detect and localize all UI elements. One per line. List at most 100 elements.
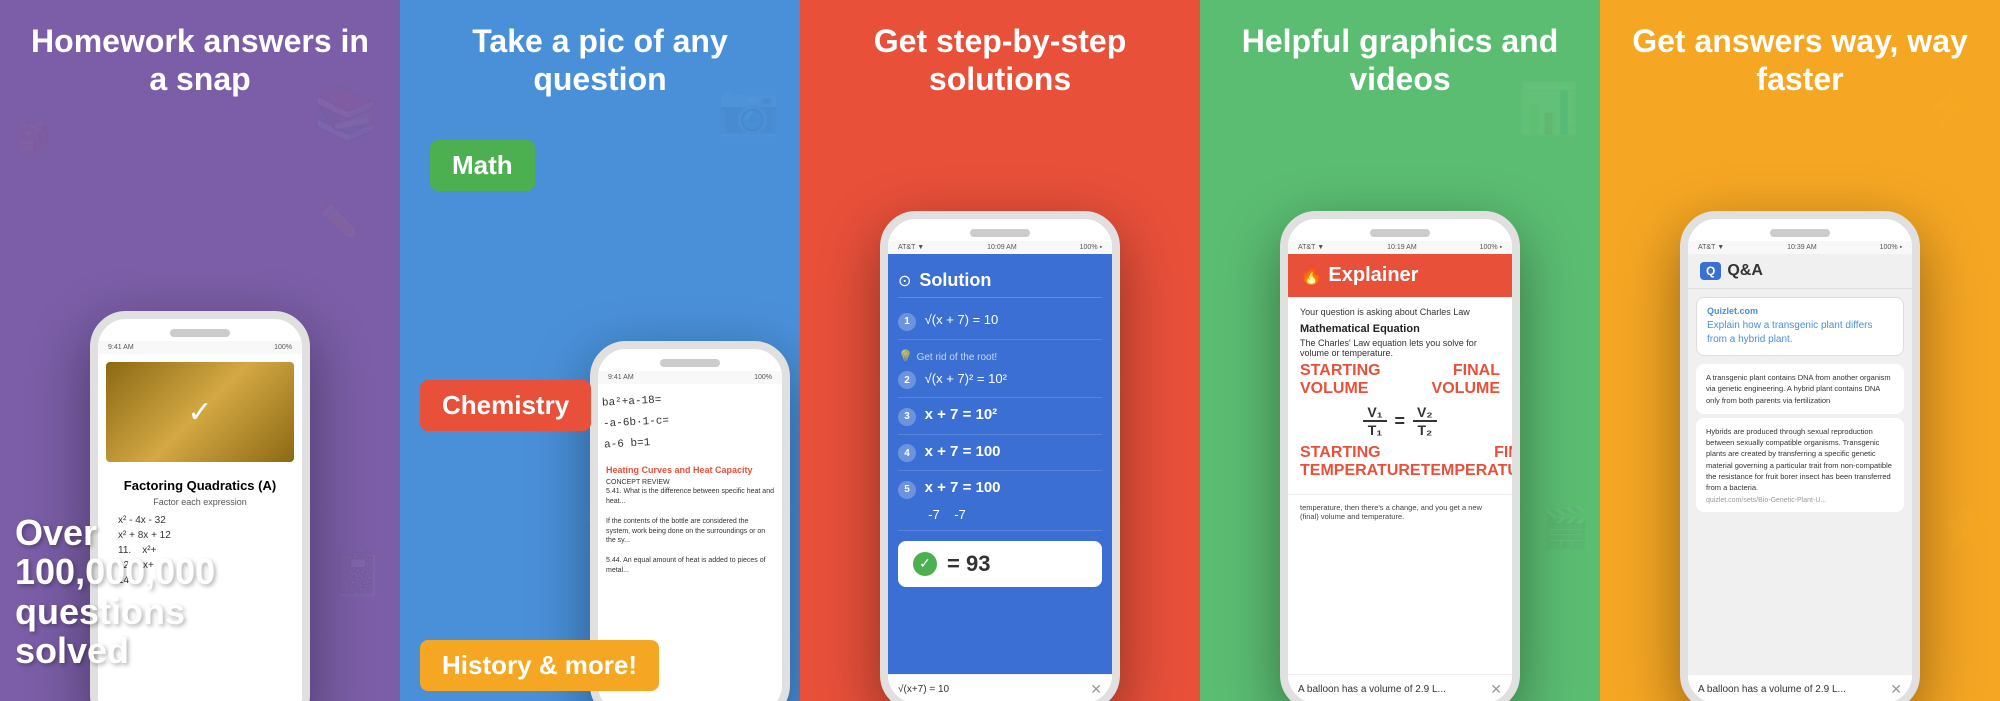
panel-4-title: Helpful graphics and videos (1200, 0, 1600, 109)
starting-temp-label: STARTINGTEMPERATURE (1300, 444, 1421, 480)
explainer-body: Your question is asking about Charles La… (1288, 297, 1512, 494)
notebook-icon: 📓 (329, 548, 385, 601)
status-battery: 100% (274, 344, 292, 351)
panel-graphics: 📊 🎬 Helpful graphics and videos AT&T ▼ 1… (1200, 0, 1600, 701)
panel-solutions: Get step-by-step solutions AT&T ▼ 10:09 … (800, 0, 1200, 701)
v1-t1-fraction: V₁ T₁ (1363, 404, 1386, 438)
qa-question-text: Explain how a transgenic plant differs f… (1707, 319, 1893, 347)
charles-labels-top: STARTINGVOLUME FINALVOLUME (1300, 362, 1500, 398)
solution-header: ⊙ Solution (898, 264, 1102, 298)
solution-screen: ⊙ Solution 1 √(x + 7) = 10 💡 Get rid of … (888, 254, 1112, 674)
chemistry-tag: Chemistry (420, 380, 591, 431)
final-temp-label: FINALTEMPERATURE (1421, 444, 1512, 480)
t1-label: T₁ (1364, 422, 1386, 438)
status-carrier-5: AT&T ▼ (1698, 244, 1724, 251)
step-eq-1: √(x + 7) = 10 (925, 312, 999, 327)
status-carrier-4: AT&T ▼ (1298, 244, 1324, 251)
factoring-title: Factoring Quadratics (A) (118, 478, 282, 493)
answer-value: = 93 (947, 551, 990, 577)
factoring-subtitle: Factor each expression (118, 497, 282, 507)
answer-box: ✓ = 93 (898, 541, 1102, 587)
qa-question-box: Quizlet.com Explain how a transgenic pla… (1696, 297, 1904, 356)
qa-icon: Q (1700, 262, 1721, 280)
panel-pic: 📷 ⚗️ Take a pic of any question Math Che… (400, 0, 800, 701)
step-eq-4: x + 7 = 100 (925, 443, 1001, 460)
chem-textbook: Heating Curves and Heat Capacity CONCEPT… (598, 457, 782, 584)
t2-label: T₂ (1413, 422, 1436, 438)
status-battery-2: 100% (754, 374, 772, 381)
stat-line-1: Over (15, 512, 97, 553)
status-battery-3: 100% ▪ (1080, 244, 1102, 251)
stat-line-4: solved (15, 630, 129, 671)
v1-label: V₁ (1363, 404, 1386, 422)
qa-answer-source: quizlet.com/sets/Bio-Genetic-Plant-U... (1706, 497, 1894, 504)
step-num-1: 1 (898, 313, 916, 331)
solution-step-hint: 💡 Get rid of the root! (898, 348, 1102, 363)
phone-status-4: AT&T ▼ 10:19 AM 100% ▪ (1288, 241, 1512, 254)
step-subtraction: -7 -7 (921, 507, 966, 522)
main-panels: 📚 ✏️ 📓 🎒 Homework answers in a snap 9:41… (0, 0, 2000, 701)
panel-5-title: Get answers way, way faster (1600, 0, 2000, 109)
panel-homework: 📚 ✏️ 📓 🎒 Homework answers in a snap 9:41… (0, 0, 400, 701)
step-eq-3: x + 7 = 10² (925, 406, 998, 423)
charles-equation: V₁ T₁ = V₂ T₂ (1300, 404, 1500, 438)
phone-status-1: 9:41 AM 100% (98, 341, 302, 354)
star-icon: ⭐ (1940, 504, 1990, 551)
qa-source: Quizlet.com (1707, 306, 1893, 316)
step-eq-2: √(x + 7)² = 10² (925, 371, 1007, 386)
explainer-footer: temperature, then there's a change, and … (1288, 494, 1512, 529)
explainer-screen: 🔥 Explainer Your question is asking abou… (1288, 254, 1512, 674)
panel-1-title: Homework answers in a snap (0, 0, 400, 109)
qa-answer-box-1: A transgenic plant contains DNA from ano… (1696, 364, 1904, 414)
step-num-2: 2 (898, 371, 916, 389)
panel-3-title: Get step-by-step solutions (800, 0, 1200, 109)
history-tag: History & more! (420, 640, 659, 691)
status-time-2: 9:41 AM (608, 374, 634, 381)
starting-volume-label: STARTINGVOLUME (1300, 362, 1381, 398)
photo-capture: ✓ (106, 362, 294, 462)
answer-checkmark: ✓ (913, 552, 937, 576)
charles-labels-bottom: STARTINGTEMPERATURE FINALTEMPERATURE (1300, 444, 1500, 480)
solution-step-2: 2 √(x + 7)² = 10² (898, 371, 1102, 390)
bottom-question-5: A balloon has a volume of 2.9 L... (1698, 684, 1846, 695)
stat-number: 100,000,000 (15, 551, 215, 592)
close-icon-4[interactable]: ✕ (1490, 681, 1502, 698)
status-carrier-3: AT&T ▼ (898, 244, 924, 251)
pencil-icon: ✏️ (316, 200, 360, 241)
explainer-title: Explainer (1328, 264, 1418, 287)
qa-answer-box-2: Hybrids are produced through sexual repr… (1696, 418, 1904, 513)
chem-title: Heating Curves and Heat Capacity (606, 465, 774, 475)
qa-answer-text-2: Hybrids are produced through sexual repr… (1706, 426, 1894, 494)
v2-label: V₂ (1413, 404, 1437, 422)
phone-screen-3: ⊙ Solution 1 √(x + 7) = 10 💡 Get rid of … (888, 254, 1112, 701)
close-icon[interactable]: ✕ (1090, 681, 1102, 698)
solution-step-4: 4 x + 7 = 100 (898, 443, 1102, 463)
status-time-3: 10:09 AM (987, 244, 1017, 251)
step-num-5: 5 (898, 481, 916, 499)
qa-answer-text-1: A transgenic plant contains DNA from ano… (1706, 372, 1894, 406)
status-battery-4: 100% ▪ (1480, 244, 1502, 251)
math-handwriting: ba²+a-18= -a-6b·1-c= a-6 b=1 (598, 384, 782, 461)
status-time: 9:41 AM (108, 344, 134, 351)
phone-bottom-bar-5: A balloon has a volume of 2.9 L... ✕ (1688, 674, 1912, 701)
hint-bulb-icon: 💡 (898, 349, 913, 363)
panel-2-title: Take a pic of any question (400, 0, 800, 109)
phone-status-5: AT&T ▼ 10:39 AM 100% ▪ (1688, 241, 1912, 254)
explainer-footer-text: temperature, then there's a change, and … (1300, 503, 1482, 521)
stat-label: Over 100,000,000 questions solved (15, 513, 215, 671)
close-icon-5[interactable]: ✕ (1890, 681, 1902, 698)
qa-title: Q&A (1727, 262, 1763, 280)
explainer-section: Mathematical Equation (1300, 323, 1500, 335)
chem-body: CONCEPT REVIEW 5.41. What is the differe… (606, 478, 774, 576)
phone-bottom-bar-4: A balloon has a volume of 2.9 L... ✕ (1288, 674, 1512, 701)
equals-sign: = (1395, 411, 1406, 432)
solution-step-1: 1 √(x + 7) = 10 (898, 312, 1102, 331)
explainer-flame-icon: 🔥 (1300, 265, 1322, 286)
phone-screen-5: Q Q&A Quizlet.com Explain how a transgen… (1688, 254, 1912, 701)
checkmark-icon: ✓ (187, 395, 212, 430)
status-time-5: 10:39 AM (1787, 244, 1817, 251)
math-tag: Math (430, 140, 535, 191)
explainer-header: 🔥 Explainer (1288, 254, 1512, 297)
phone-bottom-bar-3: √(x+7) = 10 ✕ (888, 674, 1112, 701)
explainer-body-text: The Charles' Law equation lets you solve… (1300, 338, 1500, 358)
